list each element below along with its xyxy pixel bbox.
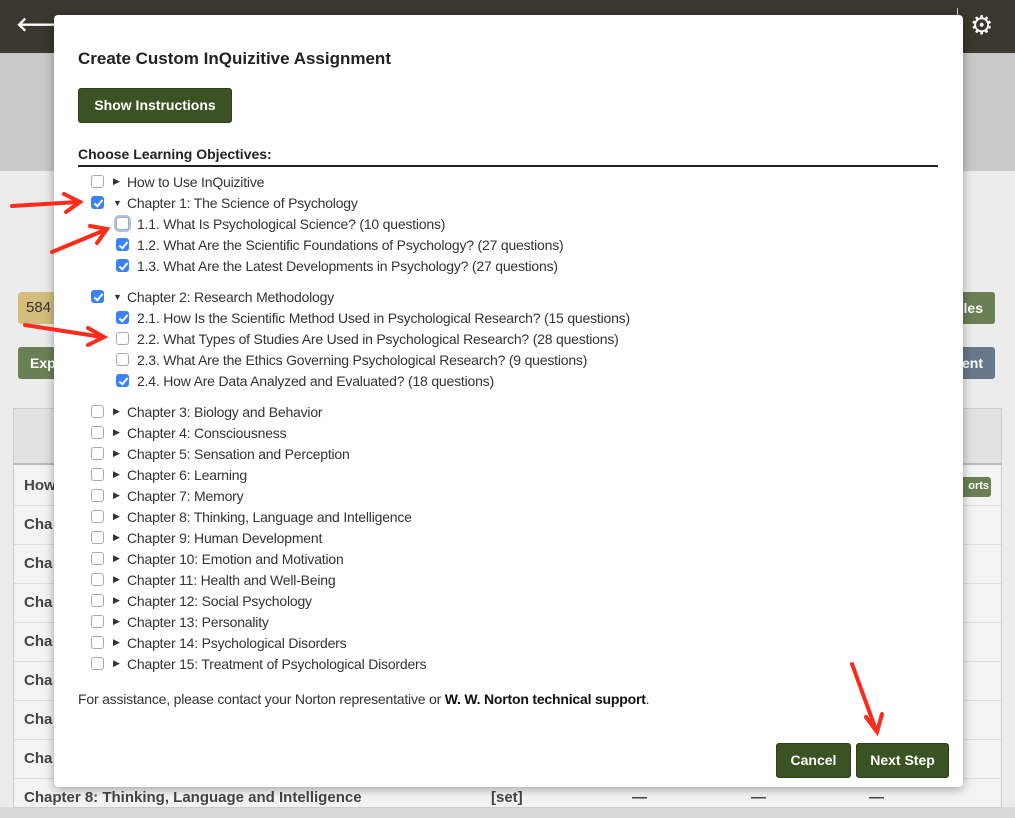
objective-label: Chapter 2: Research Methodology	[127, 288, 335, 305]
checkbox[interactable]	[91, 636, 104, 649]
objective-item[interactable]: ▶ Chapter 10: Emotion and Motivation	[91, 548, 344, 569]
sub-objective-item[interactable]: 2.1. How Is the Scientific Method Used i…	[116, 307, 630, 328]
objective-item[interactable]: ▶ Chapter 7: Memory	[91, 485, 244, 506]
checkbox[interactable]	[91, 615, 104, 628]
objective-item[interactable]: ▶ Chapter 5: Sensation and Perception	[91, 443, 350, 464]
objective-item[interactable]: ▼ Chapter 1: The Science of Psychology	[91, 192, 358, 213]
caret-right-icon[interactable]: ▶	[113, 616, 127, 627]
reports-button[interactable]: orts	[959, 477, 991, 497]
sub-objective-label: 2.4. How Are Data Analyzed and Evaluated…	[137, 372, 494, 389]
checkbox[interactable]	[91, 196, 104, 209]
objective-label: Chapter 13: Personality	[127, 613, 269, 630]
checkbox[interactable]	[116, 353, 129, 366]
checkbox[interactable]	[116, 332, 129, 345]
cancel-button[interactable]: Cancel	[776, 743, 851, 778]
objective-label: Chapter 12: Social Psychology	[127, 592, 312, 609]
caret-right-icon[interactable]: ▶	[113, 490, 127, 501]
caret-right-icon[interactable]: ▶	[113, 637, 127, 648]
caret-right-icon[interactable]: ▶	[113, 595, 127, 606]
caret-right-icon[interactable]: ▶	[113, 448, 127, 459]
caret-right-icon[interactable]: ▶	[113, 658, 127, 669]
caret-down-icon[interactable]: ▼	[113, 198, 127, 208]
objective-label: Chapter 8: Thinking, Language and Intell…	[127, 508, 412, 525]
objective-label: Chapter 11: Health and Well-Being	[127, 571, 336, 588]
checkbox[interactable]	[91, 426, 104, 439]
objective-label: Chapter 15: Treatment of Psychological D…	[127, 655, 427, 672]
checkbox[interactable]	[91, 290, 104, 303]
objective-item[interactable]: ▼ Chapter 2: Research Methodology	[91, 286, 334, 307]
divider	[78, 165, 938, 167]
assistance-text: For assistance, please contact your Nort…	[78, 691, 650, 707]
checkbox[interactable]	[91, 489, 104, 502]
show-instructions-button[interactable]: Show Instructions	[78, 88, 232, 123]
sub-objective-label: 1.2. What Are the Scientific Foundations…	[137, 236, 564, 253]
objective-label: Chapter 3: Biology and Behavior	[127, 403, 323, 420]
checkbox[interactable]	[116, 374, 129, 387]
modal-title: Create Custom InQuizitive Assignment	[78, 49, 391, 68]
sub-objective-item[interactable]: 2.4. How Are Data Analyzed and Evaluated…	[116, 370, 494, 391]
caret-right-icon[interactable]: ▶	[113, 511, 127, 522]
checkbox[interactable]	[91, 405, 104, 418]
checkbox[interactable]	[91, 594, 104, 607]
objective-label: Chapter 14: Psychological Disorders	[127, 634, 347, 651]
caret-down-icon[interactable]: ▼	[113, 292, 127, 302]
caret-right-icon[interactable]: ▶	[113, 427, 127, 438]
objective-item[interactable]: ▶ Chapter 12: Social Psychology	[91, 590, 312, 611]
sub-objective-item[interactable]: 1.2. What Are the Scientific Foundations…	[116, 234, 564, 255]
sub-objective-label: 2.3. What Are the Ethics Governing Psych…	[137, 351, 588, 368]
objective-label: Chapter 9: Human Development	[127, 529, 323, 546]
sub-objective-label: 1.3. What Are the Latest Developments in…	[137, 257, 558, 274]
sub-objective-item[interactable]: 2.2. What Types of Studies Are Used in P…	[116, 328, 619, 349]
objective-item[interactable]: ▶ Chapter 15: Treatment of Psychological …	[91, 653, 427, 674]
caret-right-icon[interactable]: ▶	[113, 574, 127, 585]
checkbox[interactable]	[91, 510, 104, 523]
settings-gear-icon[interactable]: ⚙	[970, 10, 993, 41]
next-step-button[interactable]: Next Step	[856, 743, 949, 778]
sub-objective-item[interactable]: 1.1. What Is Psychological Science? (10 …	[116, 213, 445, 234]
objective-label: Chapter 10: Emotion and Motivation	[127, 550, 344, 567]
objective-item[interactable]: ▶ Chapter 14: Psychological Disorders	[91, 632, 347, 653]
objective-label: Chapter 1: The Science of Psychology	[127, 194, 358, 211]
sub-objective-label: 2.1. How Is the Scientific Method Used i…	[137, 309, 630, 326]
objective-label: Chapter 6: Learning	[127, 466, 247, 483]
checkbox[interactable]	[116, 311, 129, 324]
checkbox[interactable]	[91, 657, 104, 670]
checkbox[interactable]	[91, 552, 104, 565]
objective-label: Chapter 4: Consciousness	[127, 424, 287, 441]
objective-item[interactable]: ▶ Chapter 3: Biology and Behavior	[91, 401, 323, 422]
objective-item[interactable]: ▶ Chapter 4: Consciousness	[91, 422, 287, 443]
support-link[interactable]: W. W. Norton technical support	[445, 691, 646, 707]
objective-label: Chapter 5: Sensation and Perception	[127, 445, 350, 462]
objective-item[interactable]: ▶ Chapter 9: Human Development	[91, 527, 322, 548]
objective-item[interactable]: ▶ Chapter 8: Thinking, Language and Intel…	[91, 506, 412, 527]
sub-objective-label: 2.2. What Types of Studies Are Used in P…	[137, 330, 619, 347]
checkbox[interactable]	[91, 573, 104, 586]
checkbox[interactable]	[91, 175, 104, 188]
custom-assignment-modal: Create Custom InQuizitive Assignment Sho…	[54, 15, 963, 787]
checkbox[interactable]	[116, 238, 129, 251]
objective-label: Chapter 7: Memory	[127, 487, 244, 504]
sub-objective-item[interactable]: 1.3. What Are the Latest Developments in…	[116, 255, 558, 276]
checkbox[interactable]	[91, 447, 104, 460]
sub-objective-label: 1.1. What Is Psychological Science? (10 …	[137, 215, 446, 232]
objective-item[interactable]: ▶ Chapter 11: Health and Well-Being	[91, 569, 336, 590]
checkbox[interactable]	[91, 468, 104, 481]
caret-right-icon[interactable]: ▶	[113, 469, 127, 480]
section-label: Choose Learning Objectives:	[78, 146, 272, 162]
objective-item[interactable]: ▶ Chapter 13: Personality	[91, 611, 269, 632]
objective-item[interactable]: ▶ How to Use InQuizitive	[91, 171, 264, 192]
caret-right-icon[interactable]: ▶	[113, 406, 127, 417]
objective-label: How to Use InQuizitive	[127, 173, 265, 190]
checkbox[interactable]	[116, 217, 129, 230]
caret-right-icon[interactable]: ▶	[113, 532, 127, 543]
caret-right-icon[interactable]: ▶	[113, 176, 127, 187]
sub-objective-item[interactable]: 2.3. What Are the Ethics Governing Psych…	[116, 349, 587, 370]
checkbox[interactable]	[91, 531, 104, 544]
checkbox[interactable]	[116, 259, 129, 272]
objective-item[interactable]: ▶ Chapter 6: Learning	[91, 464, 247, 485]
caret-right-icon[interactable]: ▶	[113, 553, 127, 564]
